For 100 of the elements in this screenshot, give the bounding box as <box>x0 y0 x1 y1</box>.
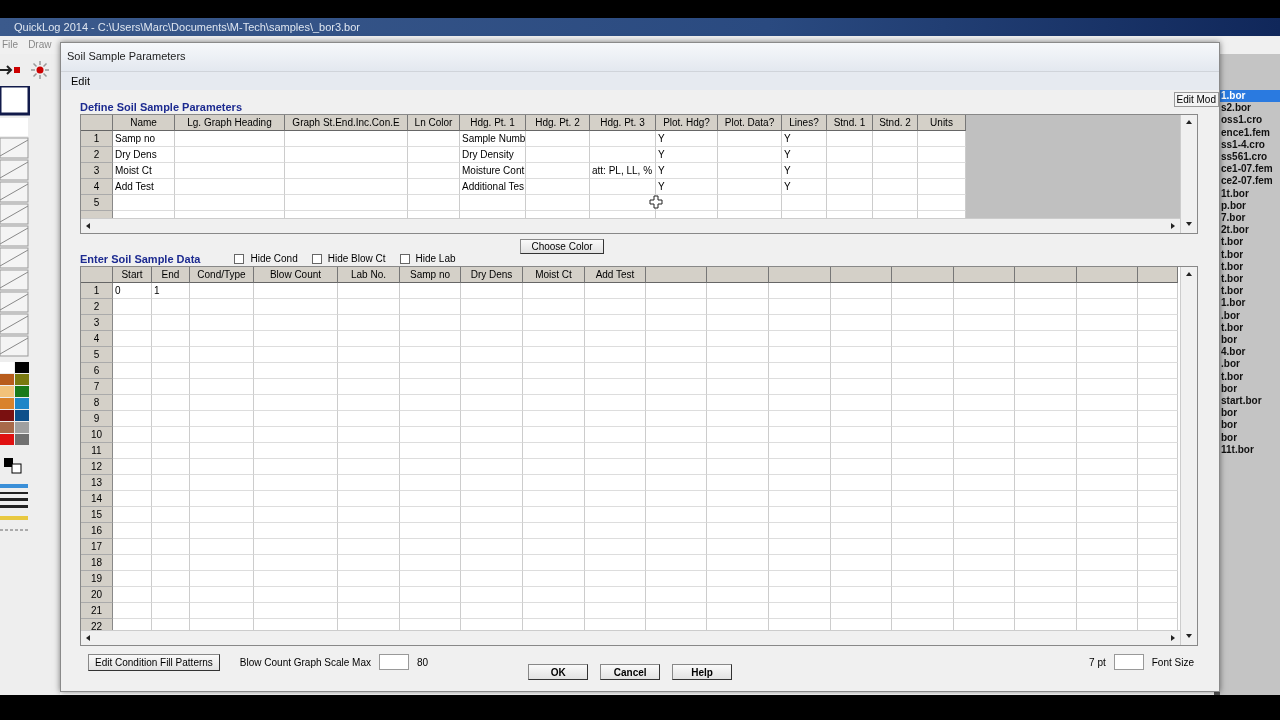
row-header[interactable]: 7 <box>81 379 113 395</box>
table-cell[interactable]: Y <box>782 179 827 195</box>
table-cell[interactable]: Dry Dens <box>113 147 175 163</box>
file-name[interactable]: bor <box>1220 419 1280 432</box>
table-cell[interactable]: Y <box>656 147 718 163</box>
row-header[interactable]: 8 <box>81 395 113 411</box>
row-header[interactable]: 9 <box>81 411 113 427</box>
file-name[interactable]: 11t.bor <box>1220 443 1280 457</box>
row-header[interactable]: 1 <box>81 131 113 147</box>
table-cell[interactable]: Dry Density <box>460 147 526 163</box>
fill-patterns-button[interactable]: Edit Condition Fill Patterns <box>88 653 220 671</box>
row-header[interactable]: 12 <box>81 459 113 475</box>
column-header[interactable]: Hdg. Pt. 3 <box>590 115 656 131</box>
row-header[interactable]: 20 <box>81 587 113 603</box>
file-name[interactable]: 1.bor <box>1220 90 1280 103</box>
row-header[interactable]: 16 <box>81 523 113 539</box>
row-header[interactable]: 5 <box>81 347 113 363</box>
row-header[interactable]: 1 <box>81 283 113 299</box>
column-header[interactable]: Lines? <box>782 115 827 131</box>
row-header[interactable]: 18 <box>81 555 113 571</box>
column-header[interactable]: Cond/Type <box>190 267 254 283</box>
column-header[interactable]: Stnd. 2 <box>873 115 918 131</box>
row-header[interactable]: 13 <box>81 475 113 491</box>
row-header[interactable]: 11 <box>81 443 113 459</box>
table-cell[interactable]: Y <box>782 163 827 179</box>
dialog-button[interactable]: OK <box>528 664 589 680</box>
file-name[interactable]: ss561.cro <box>1220 151 1280 164</box>
row-header[interactable]: 4 <box>81 179 113 195</box>
file-name[interactable]: 2t.bor <box>1220 224 1280 237</box>
file-name[interactable]: s2.bor <box>1220 102 1280 115</box>
column-header[interactable]: Lg. Graph Heading <box>175 115 285 131</box>
dialog-button[interactable]: Help <box>672 664 733 680</box>
file-name[interactable]: ss1-4.cro <box>1220 138 1280 151</box>
column-header[interactable]: Graph St.End.Inc.Con.E <box>285 115 408 131</box>
row-header[interactable]: 10 <box>81 427 113 443</box>
column-header[interactable]: Ln Color <box>408 115 460 131</box>
table-cell[interactable]: Y <box>656 163 718 179</box>
table-cell[interactable]: Moisture Cont <box>460 163 526 179</box>
table-cell[interactable]: Y <box>782 131 827 147</box>
column-header[interactable]: Plot. Hdg? <box>656 115 718 131</box>
row-header[interactable]: 2 <box>81 147 113 163</box>
column-header[interactable]: Blow Count <box>254 267 338 283</box>
column-header[interactable]: Plot. Data? <box>718 115 782 131</box>
dialog-button[interactable]: Cancel <box>600 664 661 680</box>
file-name[interactable]: ce1-07.fem <box>1220 163 1280 176</box>
row-header[interactable]: 2 <box>81 299 113 315</box>
column-header[interactable]: Samp no <box>400 267 461 283</box>
column-header[interactable]: Hdg. Pt. 1 <box>460 115 526 131</box>
column-header[interactable]: Dry Dens <box>461 267 523 283</box>
file-name[interactable]: bor <box>1220 407 1280 420</box>
column-header[interactable]: Units <box>918 115 966 131</box>
column-header[interactable]: Name <box>113 115 175 131</box>
row-header[interactable]: 4 <box>81 331 113 347</box>
file-name[interactable]: 1.bor <box>1220 297 1280 310</box>
row-header[interactable]: 14 <box>81 491 113 507</box>
table-cell[interactable]: Moist Ct <box>113 163 175 179</box>
file-name[interactable]: ence1.fem <box>1220 126 1280 139</box>
row-header[interactable]: 21 <box>81 603 113 619</box>
file-name[interactable]: oss1.cro <box>1220 114 1280 127</box>
file-name[interactable]: .bor <box>1220 309 1280 322</box>
file-name[interactable]: t.bor <box>1220 285 1280 298</box>
file-name[interactable]: t.bor <box>1220 321 1280 335</box>
table-cell[interactable]: Y <box>656 179 718 195</box>
file-name[interactable]: t.bor <box>1220 260 1280 274</box>
row-header[interactable]: 19 <box>81 571 113 587</box>
choose-color-button[interactable]: Choose Color <box>520 239 604 254</box>
file-name[interactable]: 7.bor <box>1220 212 1280 225</box>
column-header[interactable]: Start <box>113 267 152 283</box>
column-header[interactable]: End <box>152 267 190 283</box>
column-header[interactable]: Add Test <box>585 267 646 283</box>
edit-button[interactable]: Edit Mod <box>1173 92 1219 107</box>
table-cell[interactable]: Samp no <box>113 131 175 147</box>
file-name[interactable]: bor <box>1220 334 1280 347</box>
table-cell[interactable]: Y <box>656 131 718 147</box>
file-name[interactable]: ce2-07.fem <box>1220 175 1280 188</box>
column-header[interactable]: Lab No. <box>338 267 400 283</box>
row-header[interactable]: 3 <box>81 163 113 179</box>
file-name[interactable]: t.bor <box>1220 236 1280 249</box>
row-header[interactable]: 6 <box>81 363 113 379</box>
file-name[interactable]: p.bor <box>1220 199 1280 213</box>
table-cell[interactable]: Additional Tes <box>460 179 526 195</box>
file-name[interactable]: bor <box>1220 431 1280 444</box>
file-name[interactable]: .bor <box>1220 358 1280 371</box>
table-cell[interactable]: Add Test <box>113 179 175 195</box>
table-cell[interactable]: Sample Numb <box>460 131 526 147</box>
table-cell[interactable]: att: PL, LL, % <box>590 163 656 179</box>
file-name[interactable]: t.bor <box>1220 248 1280 261</box>
row-header[interactable]: 17 <box>81 539 113 555</box>
column-header[interactable]: Stnd. 1 <box>827 115 873 131</box>
table-cell[interactable]: Y <box>782 147 827 163</box>
file-name[interactable]: start.bor <box>1220 395 1280 408</box>
table-cell[interactable]: 1 <box>152 283 190 299</box>
column-header[interactable]: Moist Ct <box>523 267 585 283</box>
table-cell[interactable]: 0 <box>113 283 152 299</box>
row-header[interactable]: 15 <box>81 507 113 523</box>
file-name[interactable]: 1t.bor <box>1220 187 1280 200</box>
menu-item[interactable]: Edit <box>71 75 90 87</box>
file-name[interactable]: t.bor <box>1220 370 1280 383</box>
file-name[interactable]: bor <box>1220 382 1280 396</box>
row-header[interactable]: 3 <box>81 315 113 331</box>
